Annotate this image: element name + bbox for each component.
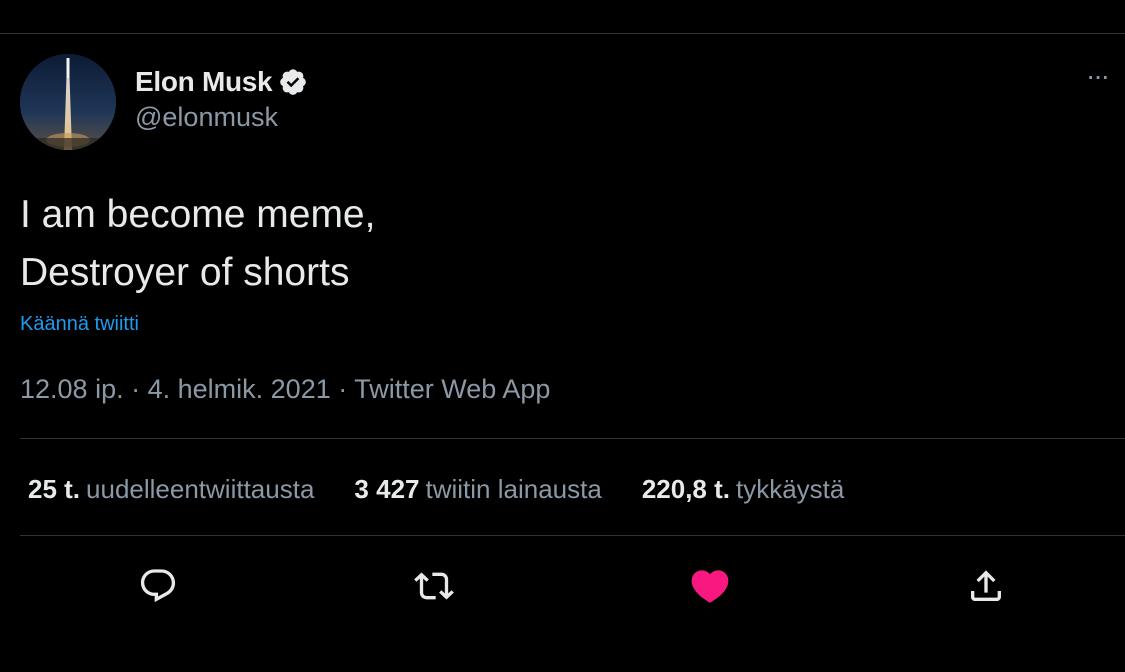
more-options-button[interactable]: ··· <box>1086 62 1125 94</box>
reply-button[interactable] <box>136 564 180 608</box>
like-button[interactable] <box>688 564 732 608</box>
retweets-label: uudelleentwiittausta <box>86 474 315 504</box>
avatar[interactable] <box>20 54 116 150</box>
likes-stat[interactable]: 220,8 t. tykkäystä <box>642 474 845 505</box>
divider <box>20 535 1125 536</box>
avatar-rocket-image <box>20 54 116 150</box>
meta-separator-2: · <box>338 374 348 404</box>
tweet: Elon Musk @elonmusk ··· I am become meme… <box>0 34 1125 672</box>
tweet-text-line-2: Destroyer of shorts <box>20 251 350 294</box>
share-button[interactable] <box>964 564 1008 608</box>
tweet-meta: 12.08 ip. · 4. helmik. 2021 · Twitter We… <box>20 374 550 405</box>
heart-icon <box>691 570 729 603</box>
tweet-source[interactable]: Twitter Web App <box>354 374 550 404</box>
share-icon <box>971 570 1001 601</box>
retweets-stat[interactable]: 25 t. uudelleentwiittausta <box>28 474 314 505</box>
translate-tweet-link[interactable]: Käännä twiitti <box>20 313 139 336</box>
retweets-count: 25 t. <box>28 474 81 504</box>
tweet-stats: 25 t. uudelleentwiittausta 3 427 twiitin l… <box>28 474 884 505</box>
likes-count: 220,8 t. <box>641 474 730 504</box>
reply-icon <box>140 569 176 603</box>
retweet-button[interactable] <box>412 564 456 608</box>
quotes-stat[interactable]: 3 427 twiitin lainausta <box>354 474 601 505</box>
author-block: Elon Musk @elonmusk <box>135 64 308 133</box>
meta-separator-1: · <box>131 374 141 404</box>
tweet-text: I am become meme, Destroyer of shorts <box>20 186 375 302</box>
display-name[interactable]: Elon Musk <box>135 66 273 98</box>
verified-badge-icon <box>278 67 308 97</box>
divider <box>20 438 1125 439</box>
tweet-time[interactable]: 12.08 ip. <box>20 374 124 404</box>
tweet-date[interactable]: 4. helmik. 2021 <box>148 374 331 404</box>
tweet-text-line-1: I am become meme, <box>20 193 376 236</box>
user-handle[interactable]: @elonmusk <box>135 102 308 133</box>
likes-label: tykkäystä <box>735 474 845 504</box>
quotes-label: twiitin lainausta <box>425 474 602 504</box>
quotes-count: 3 427 <box>354 474 420 504</box>
retweet-icon <box>414 572 454 600</box>
name-row: Elon Musk <box>135 64 308 100</box>
